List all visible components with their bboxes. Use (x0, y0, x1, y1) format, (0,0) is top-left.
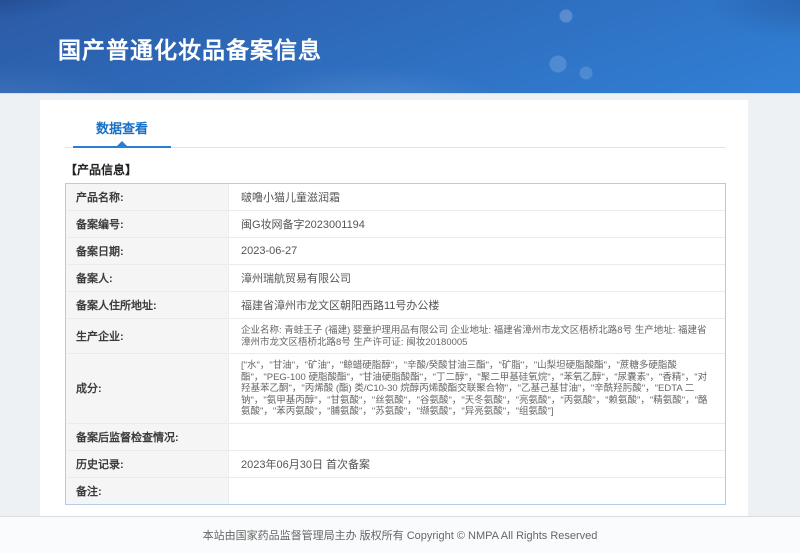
row-value: 闽G妆网备字2023001194 (229, 211, 725, 237)
main-area: 数据查看 【产品信息】 产品名称: 啵噜小猫儿童滋润霜 备案编号: 闽G妆网备字… (0, 94, 800, 516)
row-label: 产品名称: (66, 184, 229, 210)
table-row-filing-number: 备案编号: 闽G妆网备字2023001194 (66, 211, 725, 238)
row-label: 备案人: (66, 265, 229, 291)
page-header-banner: 国产普通化妆品备案信息 (0, 0, 800, 94)
row-label: 备案日期: (66, 238, 229, 264)
row-value: 啵噜小猫儿童滋润霜 (229, 184, 725, 210)
row-value: 福建省漳州市龙文区朝阳西路11号办公楼 (229, 292, 725, 318)
table-row-filer-address: 备案人住所地址: 福建省漳州市龙文区朝阳西路11号办公楼 (66, 292, 725, 319)
page-title: 国产普通化妆品备案信息 (58, 31, 322, 65)
row-value: 企业名称: 青蛙王子 (福建) 婴童护理用品有限公司 企业地址: 福建省漳州市龙… (229, 319, 725, 353)
row-value (229, 424, 725, 450)
row-value (229, 478, 725, 504)
table-row-filer: 备案人: 漳州瑞航贸易有限公司 (66, 265, 725, 292)
tab-bar: 数据查看 (65, 110, 726, 148)
table-row-ingredients: 成分: ["水"，"甘油"，"矿油"，"鲸蜡硬脂醇"，"辛酸/癸酸甘油三酯"，"… (66, 354, 725, 424)
row-value: 漳州瑞航贸易有限公司 (229, 265, 725, 291)
content-card: 数据查看 【产品信息】 产品名称: 啵噜小猫儿童滋润霜 备案编号: 闽G妆网备字… (40, 100, 748, 516)
row-label: 历史记录: (66, 451, 229, 477)
footer-copyright-text: 本站由国家药品监督管理局主办 版权所有 Copyright © NMPA All… (203, 527, 598, 543)
row-label: 备案编号: (66, 211, 229, 237)
product-info-table: 产品名称: 啵噜小猫儿童滋润霜 备案编号: 闽G妆网备字2023001194 备… (65, 183, 726, 505)
section-title-product-info: 【产品信息】 (65, 161, 726, 178)
row-label: 备案后监督检查情况: (66, 424, 229, 450)
row-value: ["水"，"甘油"，"矿油"，"鲸蜡硬脂醇"，"辛酸/癸酸甘油三酯"，"矿脂"，… (229, 354, 725, 423)
table-row-manufacturer: 生产企业: 企业名称: 青蛙王子 (福建) 婴童护理用品有限公司 企业地址: 福… (66, 319, 725, 354)
row-value: 2023-06-27 (229, 238, 725, 264)
row-label: 成分: (66, 354, 229, 423)
row-label: 备注: (66, 478, 229, 504)
row-value: 2023年06月30日 首次备案 (229, 451, 725, 477)
page: 国产普通化妆品备案信息 数据查看 【产品信息】 产品名称: 啵噜小猫儿童滋润霜 … (0, 0, 800, 553)
table-row-history: 历史记录: 2023年06月30日 首次备案 (66, 451, 725, 478)
row-label: 备案人住所地址: (66, 292, 229, 318)
table-row-filing-date: 备案日期: 2023-06-27 (66, 238, 725, 265)
table-row-supervision: 备案后监督检查情况: (66, 424, 725, 451)
page-footer: 本站由国家药品监督管理局主办 版权所有 Copyright © NMPA All… (0, 516, 800, 553)
table-row-remarks: 备注: (66, 478, 725, 504)
row-label: 生产企业: (66, 319, 229, 353)
table-row-product-name: 产品名称: 啵噜小猫儿童滋润霜 (66, 184, 725, 211)
tab-data-view[interactable]: 数据查看 (73, 118, 171, 148)
